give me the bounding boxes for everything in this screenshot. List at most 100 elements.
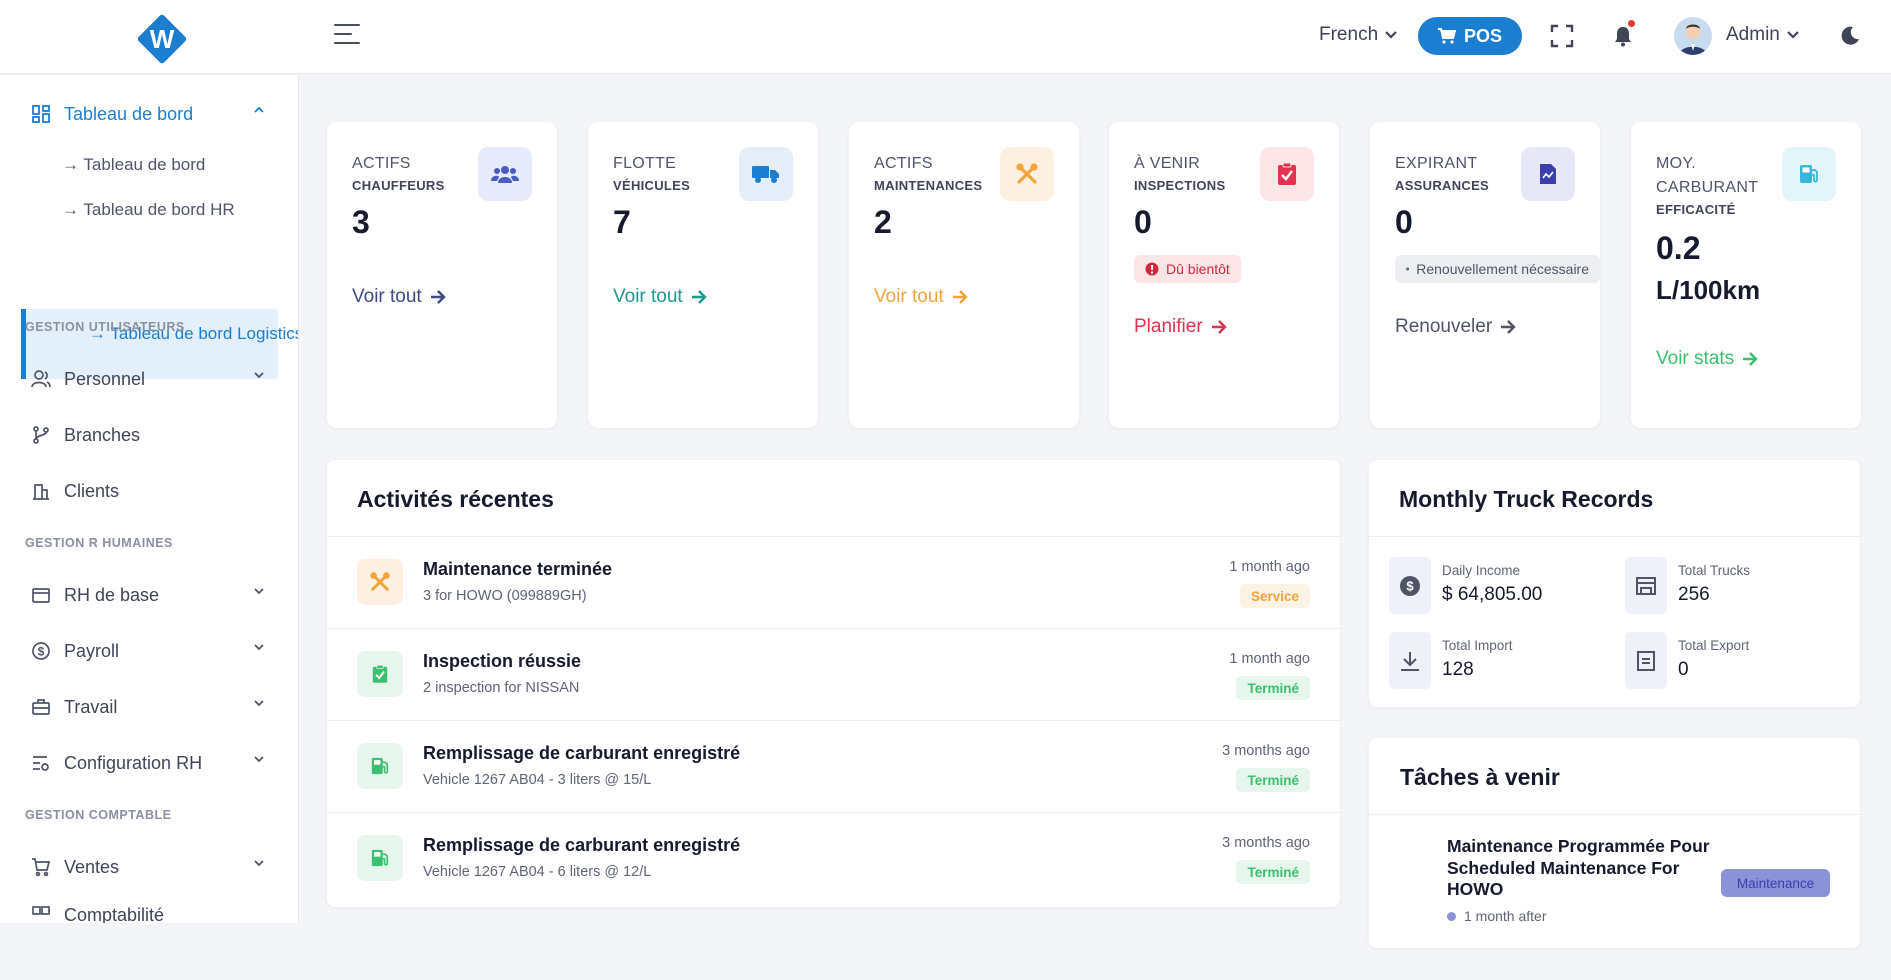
stat-value: 3 [352,204,370,240]
briefcase-icon [30,696,52,718]
activity-desc: Vehicle 1267 AB04 - 3 liters @ 15/L [423,772,652,788]
branch-icon [30,424,52,446]
stat-sublabel: EFFICACITÉ [1656,202,1736,217]
list-item[interactable]: Maintenance terminée 3 for HOWO (099889G… [327,537,1340,629]
activity-desc: Vehicle 1267 AB04 - 6 liters @ 12/L [423,864,652,880]
notification-dot [1628,20,1635,27]
top-header: W French POS Admin [0,0,1891,74]
task-item[interactable]: Maintenance Programmée Pour Scheduled Ma… [1369,815,1860,945]
stat-card-insurances: EXPIRANT ASSURANCES 0 Renouvellement néc… [1370,122,1600,428]
svg-text:W: W [150,24,175,54]
panel-title: Tâches à venir [1400,764,1560,790]
svg-text:$: $ [1406,578,1414,593]
stat-card-drivers: ACTIFS CHAUFFEURS 3 Voir tout [327,122,557,428]
arrow-right-icon [691,290,707,304]
stat-value: 0 [1134,204,1152,240]
stat-value: 7 [613,204,631,240]
renew-insurances-link[interactable]: Renouveler [1395,316,1516,338]
cart-icon [1437,28,1456,44]
chevron-down-icon [254,756,264,763]
status-badge: Service [1239,584,1310,608]
user-icon [30,368,52,390]
sidebar-item-payroll[interactable]: $ Payroll [0,629,298,673]
bell-icon[interactable] [1609,20,1637,50]
arrow-right-icon [1501,320,1516,334]
stat-label: ACTIFS [874,155,933,172]
sidebar-item-dashboard[interactable]: Tableau de bord [0,92,298,136]
status-badge: Terminé [1236,768,1310,792]
section-title-hr: GESTION R HUMAINES [25,536,173,550]
activity-time: 3 months ago [1222,835,1310,851]
store-icon [1625,557,1667,614]
metric-value: 128 [1442,659,1474,680]
stat-sublabel: MAINTENANCES [874,178,983,193]
activity-title: Inspection réussie [423,651,582,671]
sidebar-item-label: Configuration RH [64,752,203,773]
plan-inspections-link[interactable]: Planifier [1134,316,1227,338]
document-icon [1625,632,1667,689]
language-label: French [1319,24,1379,45]
fullscreen-icon[interactable] [1548,22,1576,50]
section-title-users: GESTION UTILISATEURS [25,320,185,334]
language-selector[interactable]: French [1319,24,1398,46]
sidebar-item-label: Ventes [64,856,120,877]
settings-list-icon [30,752,52,774]
list-item[interactable]: Remplissage de carburant enregistré Vehi… [327,813,1340,905]
avatar[interactable] [1674,17,1712,55]
folder-icon [30,584,52,606]
arrow-right-icon [430,290,446,304]
section-title-accounting: GESTION COMPTABLE [25,808,172,822]
metric-value: 0 [1678,659,1689,680]
arrow-right-icon [952,290,968,304]
sidebar-subitem-dashboard[interactable]: → Tableau de bord [62,155,205,175]
sidebar-item-comptabilite[interactable]: Comptabilité [0,893,298,924]
view-all-maintenances-link[interactable]: Voir tout [874,286,968,308]
metric-label: Total Import [1442,638,1513,653]
tools-icon [1000,147,1054,201]
activity-time: 3 months ago [1222,743,1310,759]
chevron-down-icon [254,700,264,707]
sidebar-item-ventes[interactable]: Ventes [0,845,298,889]
view-fuel-stats-link[interactable]: Voir stats [1656,348,1758,370]
sidebar-item-config-rh[interactable]: Configuration RH [0,741,298,785]
user-name: Admin [1726,24,1780,45]
alert-circle-icon [1145,262,1159,276]
sidebar-item-travail[interactable]: Travail [0,685,298,729]
sidebar-item-clients[interactable]: Clients [0,469,298,513]
upcoming-tasks-panel: Tâches à venir Maintenance Programmée Po… [1369,738,1860,948]
stat-label: MOY. CARBURANT [1656,155,1759,196]
stat-sublabel: VÉHICULES [613,178,691,193]
metric-label: Total Export [1678,638,1750,653]
sidebar-item-label: Comptabilité [64,904,165,924]
pos-button[interactable]: POS [1418,17,1522,55]
divider [1369,536,1860,537]
sidebar-item-label: Payroll [64,640,120,661]
metric-value: $ 64,805.00 [1442,584,1543,605]
stat-label: À VENIR [1134,155,1201,172]
truck-records-panel: Monthly Truck Records $ Daily Income $ 6… [1369,460,1860,707]
status-badge: Terminé [1236,860,1310,884]
view-all-vehicles-link[interactable]: Voir tout [613,286,707,308]
status-badge: Terminé [1236,676,1310,700]
arrow-right-icon [1211,320,1227,334]
activity-desc: 3 for HOWO (099889GH) [423,588,587,604]
cart-icon [30,856,52,878]
sidebar-item-branches[interactable]: Branches [0,413,298,457]
list-item[interactable]: Inspection réussie 2 inspection for NISS… [327,629,1340,721]
menu-toggle-icon[interactable] [334,24,360,48]
list-item[interactable]: Remplissage de carburant enregistré Vehi… [327,721,1340,813]
sidebar-subitem-dashboard-hr[interactable]: → Tableau de bord HR [62,200,235,220]
stat-sublabel: ASSURANCES [1395,178,1490,193]
truck-icon [739,147,793,201]
view-all-drivers-link[interactable]: Voir tout [352,286,446,308]
sidebar-item-personnel[interactable]: Personnel [0,357,298,401]
sidebar-item-label: Clients [64,480,120,501]
activity-title: Maintenance terminée [423,559,613,579]
user-menu[interactable]: Admin [1726,24,1800,46]
moon-icon[interactable] [1836,22,1864,50]
app-logo[interactable]: W [135,12,189,66]
document-icon [1521,147,1575,201]
recent-activities-panel: Activités récentes Maintenance terminée … [327,460,1340,907]
download-icon [1389,632,1431,689]
sidebar-item-rh-base[interactable]: RH de base [0,573,298,617]
